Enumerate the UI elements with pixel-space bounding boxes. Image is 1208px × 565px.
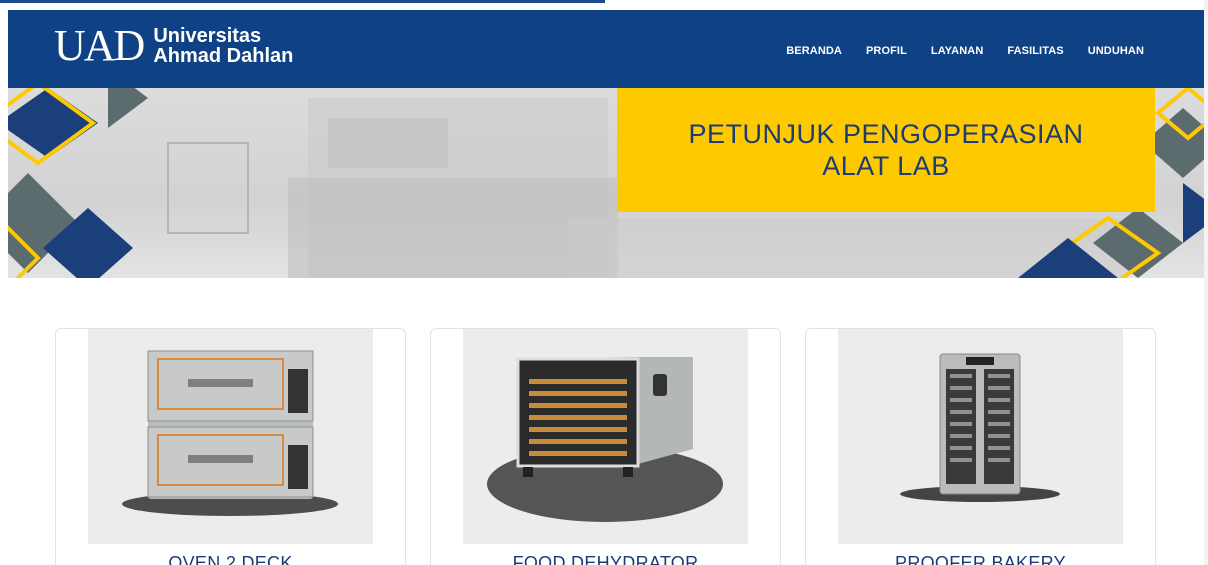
nav-profil[interactable]: PROFIL [866,45,907,57]
proofer-icon [838,329,1123,544]
site-logo[interactable]: UAD Universitas Ahmad Dahlan [54,24,293,68]
logo-text: Universitas Ahmad Dahlan [153,26,293,66]
nav-beranda[interactable]: BERANDA [786,45,842,57]
product-title[interactable]: FOOD DEHYDRATOR [431,553,780,565]
logo-line-2: Ahmad Dahlan [153,45,294,67]
loading-progress-bar [0,0,605,3]
oven-icon [88,329,373,544]
product-title[interactable]: OVEN 2 DECK [56,553,405,565]
scrollbar[interactable] [1204,0,1208,565]
navbar: UAD Universitas Ahmad Dahlan BERANDA PRO… [8,10,1204,88]
product-card-dehydrator[interactable]: FOOD DEHYDRATOR [430,328,781,565]
nav-unduhan[interactable]: UNDUHAN [1088,45,1144,57]
dehydrator-icon [463,329,748,544]
hero-title-box: PETUNJUK PENGOPERASIAN ALAT LAB [617,88,1155,212]
logo-mark: UAD [54,21,145,70]
main-nav: BERANDA PROFIL LAYANAN FASILITAS UNDUHAN [786,45,1144,57]
nav-layanan[interactable]: LAYANAN [931,45,983,57]
product-card-oven[interactable]: OVEN 2 DECK [55,328,406,565]
hero-banner: PETUNJUK PENGOPERASIAN ALAT LAB [8,88,1204,278]
product-title[interactable]: PROOFER BAKERY [806,553,1155,565]
product-card-proofer[interactable]: PROOFER BAKERY [805,328,1156,565]
page-frame: UAD Universitas Ahmad Dahlan BERANDA PRO… [8,10,1204,565]
hero-title-line-1: PETUNJUK PENGOPERASIAN [688,119,1084,149]
hero-title-line-2: ALAT LAB [822,151,950,181]
nav-fasilitas[interactable]: FASILITAS [1007,45,1063,57]
product-grid: OVEN 2 DECK FOOD DEHYDRATOR PROOFER BAKE… [8,278,1204,565]
logo-line-1: Universitas [153,25,262,47]
